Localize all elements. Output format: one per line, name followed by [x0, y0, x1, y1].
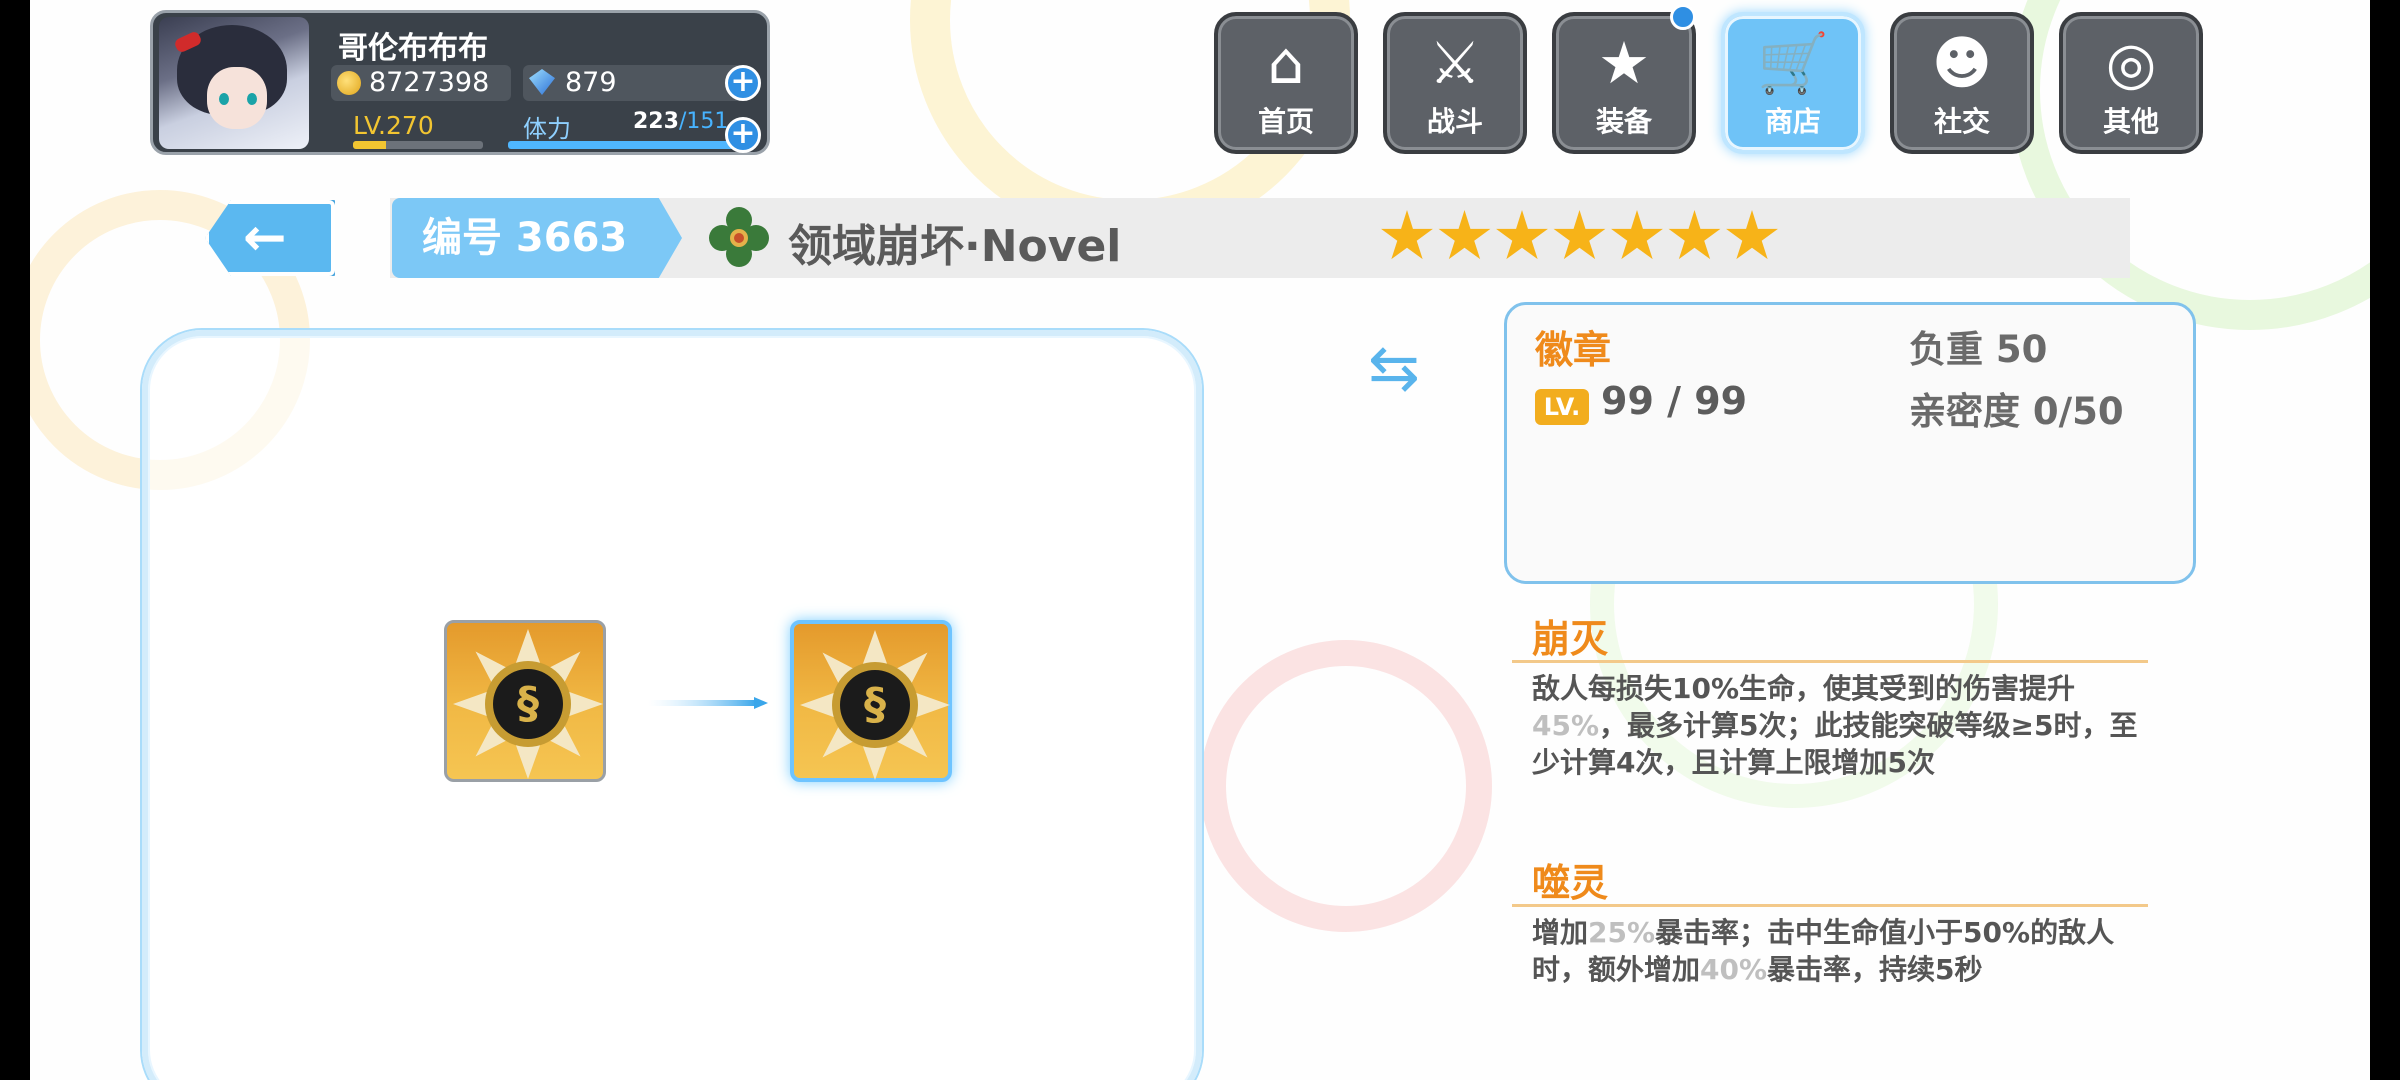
player-panel[interactable]: 哥伦布布布 8727398 879 + LV.270 体力 223/151 + [150, 10, 770, 155]
badge-after[interactable]: § [790, 620, 952, 782]
nav-shop[interactable]: 🛒 商店 [1721, 12, 1865, 154]
badge-emblem-icon: § [493, 669, 563, 739]
shop-icon: 🛒 [1757, 29, 1830, 97]
item-id-tag: 编号 3663 [392, 198, 682, 278]
swap-icon[interactable]: ⇆ [1352, 333, 1436, 403]
nav-label: 首页 [1257, 105, 1314, 138]
crystal-counter: 879 [523, 65, 743, 101]
level-badge: LV. [1535, 389, 1589, 425]
item-level: 99 / 99 [1601, 379, 1748, 423]
avatar[interactable] [159, 17, 309, 149]
nav-label: 其他 [2102, 105, 2159, 138]
nav-social[interactable]: ☻ 社交 [1890, 12, 2034, 154]
nav-label: 装备 [1595, 105, 1652, 138]
skill-description: 增加25%暴击率；击中生命值小于50%的敌人时，额外增加40%暴击率，持续5秒 [1532, 916, 2115, 986]
item-weight: 负重 50 [1909, 328, 2048, 371]
stamina-label: 体力 [523, 115, 571, 143]
add-crystal-button[interactable]: + [725, 65, 761, 101]
gold-value: 8727398 [369, 67, 490, 98]
social-icon: ☻ [1931, 29, 1993, 97]
item-info-card: 徽章 负重 50 LV. 99 / 99 亲密度 0/50 [1504, 302, 2196, 584]
coin-icon [337, 71, 361, 95]
nav-label: 社交 [1933, 105, 1990, 138]
stamina-value: 223/151 [633, 109, 728, 134]
other-icon: ◎ [2105, 29, 2157, 97]
player-level: LV.270 [353, 111, 434, 140]
notification-dot [1670, 4, 1696, 30]
divider [1512, 660, 2148, 663]
nav-home[interactable]: ⌂ 首页 [1214, 12, 1358, 154]
level-progress-bar [353, 141, 483, 149]
nav-label: 商店 [1764, 105, 1821, 138]
badge-before[interactable]: § [444, 620, 606, 782]
game-screen: 哥伦布布布 8727398 879 + LV.270 体力 223/151 + … [30, 0, 2370, 1080]
emblem-icon [709, 207, 769, 267]
nav-other[interactable]: ◎ 其他 [2059, 12, 2203, 154]
stamina-max: /151 [678, 109, 729, 134]
badge-emblem-icon: § [840, 670, 910, 740]
upgrade-arrow-icon [648, 697, 768, 709]
crystal-value: 879 [565, 67, 617, 98]
item-type: 徽章 [1535, 328, 1612, 372]
divider [1512, 904, 2148, 907]
add-stamina-button[interactable]: + [725, 117, 761, 153]
battle-icon: ⚔ [1429, 29, 1481, 97]
nav-label: 战斗 [1426, 105, 1483, 138]
crystal-icon [529, 69, 555, 95]
skill-name: 噬灵 [1532, 861, 1609, 905]
item-affinity: 亲密度 0/50 [1909, 390, 2124, 433]
equipment-icon: ★ [1598, 29, 1650, 97]
back-button[interactable]: ← [205, 200, 335, 276]
skill-name: 崩灭 [1532, 617, 1609, 661]
gold-counter: 8727398 [331, 65, 511, 101]
skill-description: 敌人每损失10%生命，使其受到的伤害提升45%，最多计算5次；此技能突破等级≥5… [1532, 672, 2138, 779]
nav-battle[interactable]: ⚔ 战斗 [1383, 12, 1527, 154]
nav-equipment[interactable]: ★ 装备 [1552, 12, 1696, 154]
back-arrow-icon: ← [243, 208, 287, 268]
item-name: 领域崩坏·Novel [788, 221, 1122, 272]
home-icon: ⌂ [1267, 29, 1305, 97]
stamina-current: 223 [633, 109, 679, 134]
stamina-progress-bar [508, 141, 748, 149]
bg-decoration [1200, 640, 1492, 932]
player-name: 哥伦布布布 [338, 31, 488, 66]
